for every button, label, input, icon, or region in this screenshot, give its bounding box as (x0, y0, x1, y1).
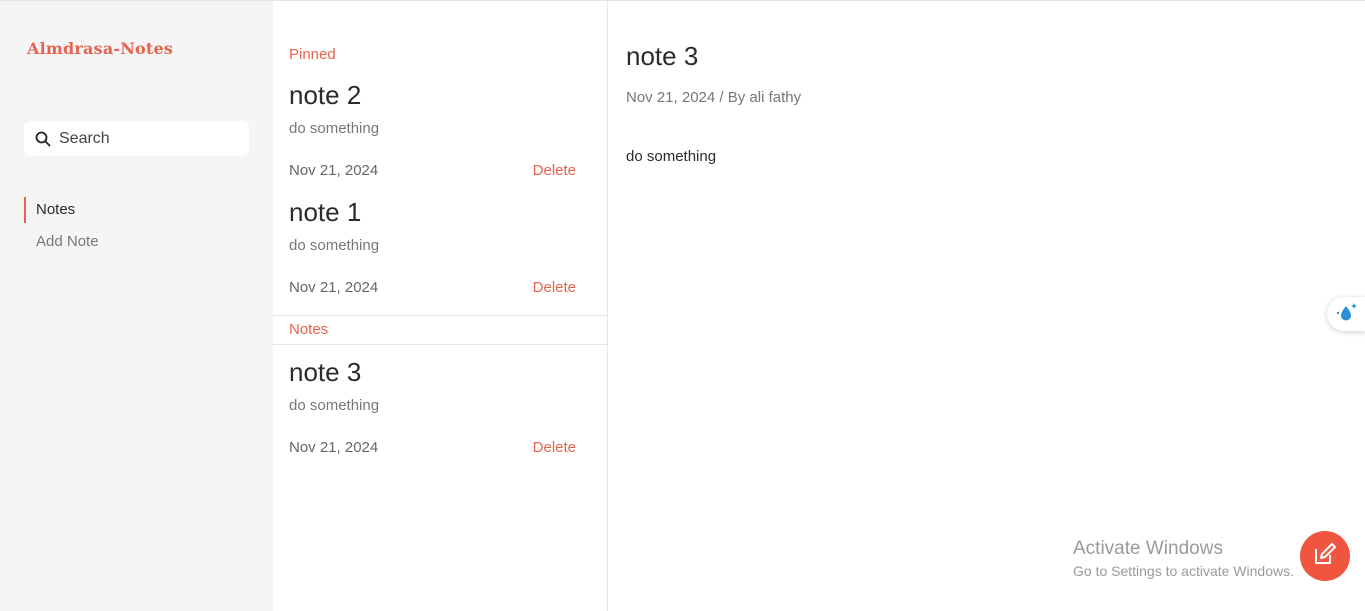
section-divider (273, 315, 608, 316)
delete-button[interactable]: Delete (533, 439, 576, 456)
note-body: do something (289, 120, 380, 137)
detail-body: do something (626, 148, 717, 165)
water-drop-sparkle-icon (1335, 301, 1359, 328)
delete-button[interactable]: Delete (533, 279, 576, 296)
watermark-title: Activate Windows (1073, 538, 1223, 559)
water-drop-widget[interactable] (1327, 297, 1365, 331)
watermark-subtitle: Go to Settings to activate Windows. (1073, 563, 1294, 579)
search-box[interactable] (24, 121, 249, 156)
note-title: note 3 (289, 357, 362, 387)
note-body: do something (289, 237, 380, 254)
note-card[interactable]: note 3 do something Nov 21, 2024 Delete (289, 356, 576, 456)
notes-section-label: Notes (289, 321, 329, 338)
sidebar: Almdrasa-Notes Notes Add Note (0, 1, 273, 611)
note-footer: Nov 21, 2024 Delete (289, 279, 576, 296)
app-window: Almdrasa-Notes Notes Add Note Pinned not… (0, 0, 1365, 611)
search-input[interactable] (59, 123, 239, 154)
detail-title: note 3 (626, 41, 699, 71)
detail-meta: Nov 21, 2024 / By ali fathy (626, 89, 802, 106)
sidebar-item-add-note[interactable]: Add Note (24, 229, 99, 255)
note-body: do something (289, 397, 380, 414)
note-footer: Nov 21, 2024 Delete (289, 162, 576, 179)
windows-activation-watermark: Activate Windows Go to Settings to activ… (1073, 538, 1294, 579)
note-date: Nov 21, 2024 (289, 439, 379, 456)
notes-list-panel: Pinned note 2 do something Nov 21, 2024 … (273, 1, 608, 611)
pinned-section-label: Pinned (289, 46, 336, 63)
note-card[interactable]: note 1 do something Nov 21, 2024 Delete (289, 196, 576, 296)
section-divider (273, 344, 608, 345)
brand-logo[interactable]: Almdrasa-Notes (27, 39, 173, 58)
add-note-fab[interactable] (1300, 531, 1350, 581)
note-card[interactable]: note 2 do something Nov 21, 2024 Delete (289, 79, 576, 179)
edit-pencil-icon (1311, 540, 1339, 573)
note-date: Nov 21, 2024 (289, 279, 379, 296)
note-detail-panel: note 3 Nov 21, 2024 / By ali fathy do so… (609, 1, 1365, 611)
sidebar-nav: Notes Add Note (24, 197, 99, 261)
note-footer: Nov 21, 2024 Delete (289, 439, 576, 456)
delete-button[interactable]: Delete (533, 162, 576, 179)
note-title: note 1 (289, 197, 362, 227)
sidebar-item-notes[interactable]: Notes (24, 197, 99, 223)
note-title: note 2 (289, 80, 362, 110)
note-date: Nov 21, 2024 (289, 162, 379, 179)
search-icon (35, 131, 51, 147)
